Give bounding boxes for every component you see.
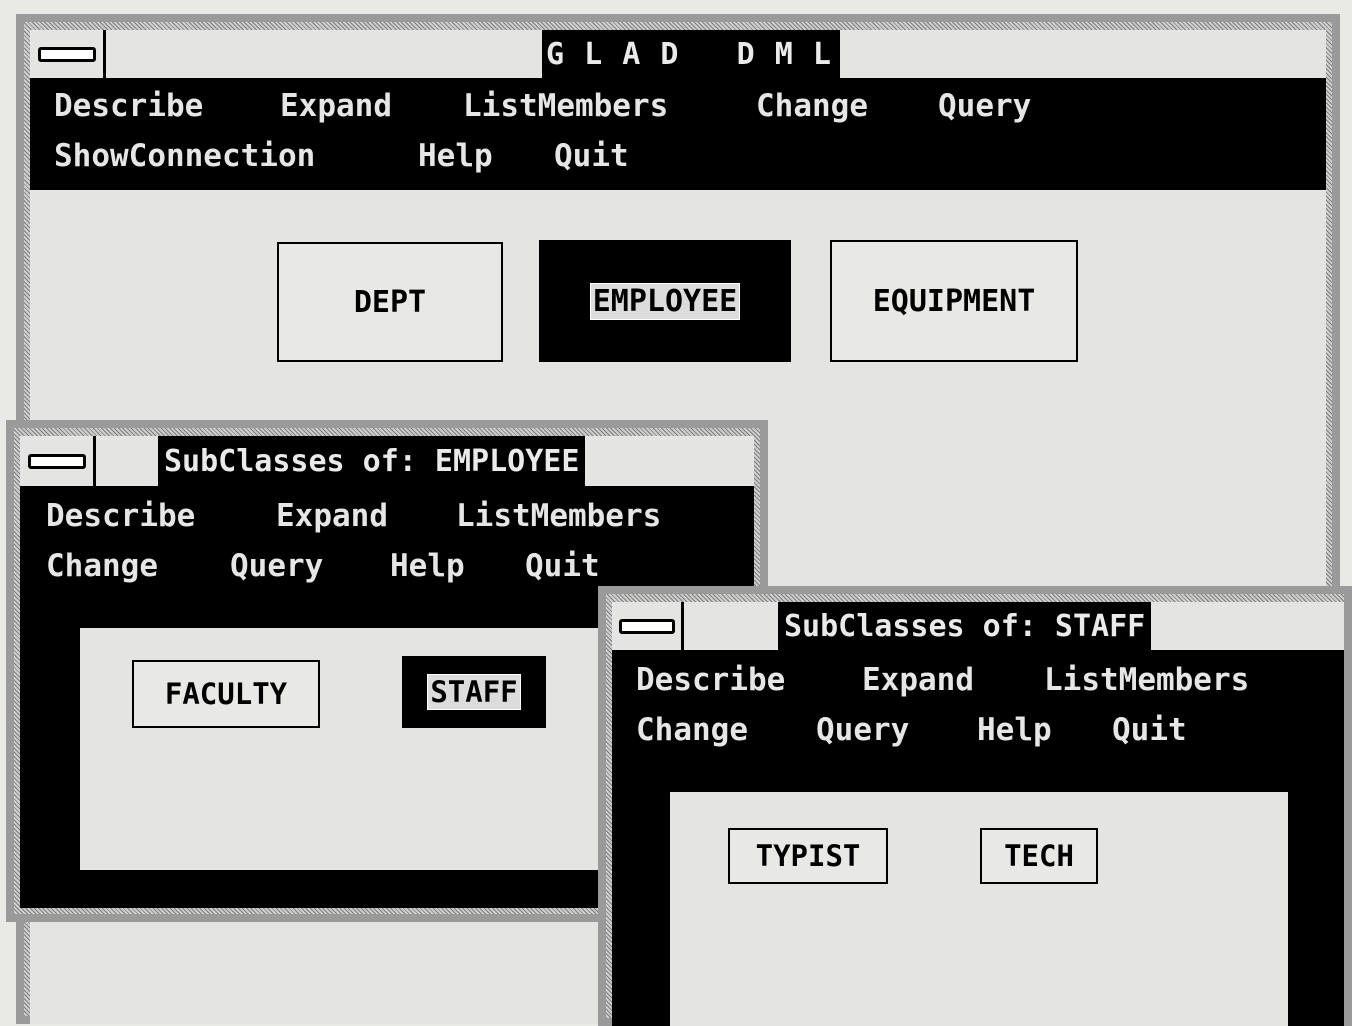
menu-listmembers[interactable]: ListMembers — [463, 88, 668, 124]
menu-describe[interactable]: Describe — [54, 88, 203, 124]
class-staff[interactable]: STAFF — [402, 656, 546, 728]
menu-quit[interactable]: Quit — [525, 548, 600, 584]
menu-describe[interactable]: Describe — [636, 662, 785, 698]
class-typist[interactable]: TYPIST — [728, 828, 888, 884]
window-title: SubClasses of: STAFF — [784, 608, 1146, 644]
menu-change[interactable]: Change — [636, 712, 748, 748]
menu-help[interactable]: Help — [390, 548, 465, 584]
system-menu-icon[interactable] — [612, 602, 684, 650]
class-employee-label: EMPLOYEE — [589, 282, 741, 320]
menu-help[interactable]: Help — [977, 712, 1052, 748]
menu-help[interactable]: Help — [418, 138, 493, 174]
class-equipment[interactable]: EQUIPMENT — [830, 240, 1078, 362]
menu-change[interactable]: Change — [756, 88, 868, 124]
menu-expand[interactable]: Expand — [862, 662, 974, 698]
menu-showconnection[interactable]: ShowConnection — [54, 138, 315, 174]
class-canvas: TYPIST TECH — [670, 792, 1288, 1026]
class-dept[interactable]: DEPT — [277, 242, 503, 362]
menu-bar: Describe Expand ListMembers Change Query… — [612, 656, 1344, 766]
menu-bar: Describe Expand ListMembers Change Query… — [30, 82, 1326, 192]
menu-listmembers[interactable]: ListMembers — [1044, 662, 1249, 698]
class-tech[interactable]: TECH — [980, 828, 1098, 884]
menu-query[interactable]: Query — [938, 88, 1031, 124]
window-title: G L A D D M L — [546, 36, 832, 72]
menu-quit[interactable]: Quit — [554, 138, 629, 174]
class-faculty[interactable]: FACULTY — [132, 660, 320, 728]
staff-subclass-window: SubClasses of: STAFF Describe Expand Lis… — [598, 586, 1352, 1026]
title-bar[interactable]: SubClasses of: EMPLOYEE — [20, 436, 754, 486]
menu-listmembers[interactable]: ListMembers — [456, 498, 661, 534]
class-employee[interactable]: EMPLOYEE — [539, 240, 791, 362]
menu-query[interactable]: Query — [230, 548, 323, 584]
menu-describe[interactable]: Describe — [46, 498, 195, 534]
class-staff-label: STAFF — [427, 674, 521, 710]
title-bar[interactable]: G L A D D M L — [30, 30, 1326, 78]
menu-query[interactable]: Query — [816, 712, 909, 748]
system-menu-icon[interactable] — [20, 436, 96, 486]
menu-expand[interactable]: Expand — [280, 88, 392, 124]
window-title: SubClasses of: EMPLOYEE — [164, 443, 580, 479]
title-bar[interactable]: SubClasses of: STAFF — [612, 602, 1344, 650]
menu-expand[interactable]: Expand — [276, 498, 388, 534]
menu-quit[interactable]: Quit — [1112, 712, 1187, 748]
system-menu-icon[interactable] — [30, 30, 106, 78]
menu-change[interactable]: Change — [46, 548, 158, 584]
